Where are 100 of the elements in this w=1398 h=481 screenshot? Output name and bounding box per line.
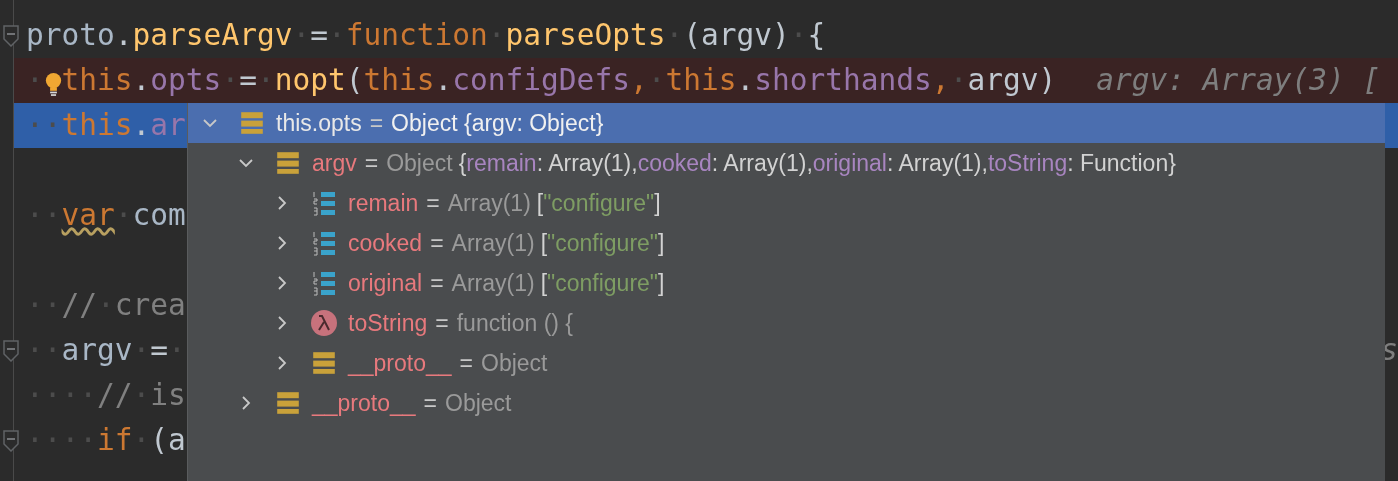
code-token: configDefs [452,62,630,99]
code-token: , [931,62,950,99]
code-token: · [168,332,186,369]
equals-sign: = [459,349,474,377]
code-token: . [132,107,151,144]
code-token: ···· [26,422,98,459]
equals-sign: = [426,189,440,217]
tree-row[interactable]: original = Array(1) ["configure"] [188,263,1385,303]
variable-value: : Array(1), [886,149,988,177]
variable-value: ] [654,189,661,217]
tree-row[interactable]: remain = Array(1) ["configure"] [188,183,1385,223]
object-icon [276,150,300,176]
variable-name: __proto__ [312,389,416,417]
code-token: . [736,62,755,99]
variable-value: { [458,149,467,177]
tree-row[interactable]: toString = function () { [188,303,1385,343]
code-token: proto [26,17,115,54]
variable-name: cooked [348,229,423,257]
code-token: · [132,422,151,459]
code-token: // [97,377,133,414]
fold-icon[interactable] [3,430,19,452]
code-token: // [61,287,98,324]
code-token: . [434,62,453,99]
array-icon [312,270,336,296]
code-token: crea [114,287,186,324]
code-token: · [665,17,684,54]
equals-sign: = [435,309,449,337]
code-token: var [61,197,115,234]
tree-row[interactable]: this.opts = Object {argv: Object} [188,103,1385,143]
code-token: opts [150,62,222,99]
variable-value: : Array(1), [711,149,813,177]
tree-row[interactable]: __proto__ = Object [188,343,1385,383]
variable-value: ] [658,229,665,257]
variable-value: "configure" [543,189,655,217]
code-token: . [132,62,151,99]
code-token: = [150,332,169,369]
code-token: (a [150,422,186,459]
variable-value: Object [445,389,512,417]
variable-value: Array(1) [447,189,531,217]
inline-value-hint: argv: Array(3) [ [1096,62,1381,99]
variable-value: function () { [456,309,574,337]
array-icon [312,230,336,256]
code-token: argv [61,332,133,369]
code-token: · [132,332,151,369]
variable-name: __proto__ [348,349,452,377]
code-token: , [629,62,648,99]
lightbulb-icon[interactable] [45,71,62,97]
variable-name: original [348,269,423,297]
tree-row[interactable]: __proto__ = Object [188,383,1385,423]
variable-value: [ [536,189,544,217]
code-token: · [949,62,968,99]
code-token: · [256,62,275,99]
tree-row[interactable]: argv = Object {remain: Array(1),cooked: Array(1),original: Array(1),toString: Function} [188,143,1385,183]
variable-value: [ [540,269,548,297]
code-token: argv) [967,62,1057,99]
variable-value: [ [540,229,548,257]
variable-value: Object {argv: Object} [391,109,604,137]
variable-value: toString [987,149,1068,177]
code-token: · [97,287,115,324]
code-token: this [665,62,737,99]
lambda-icon [310,309,338,337]
variable-name: remain [348,189,419,217]
code-token: ·· [26,197,62,234]
code-token: { [807,17,826,54]
code-token: ( [345,62,364,99]
code-token: · [221,62,240,99]
object-icon [240,110,264,136]
equals-sign: = [430,229,444,257]
code-token: ar [150,107,186,144]
variable-value: : Function} [1067,149,1176,177]
fold-icon[interactable] [3,25,19,47]
code-token: · [647,62,666,99]
code-token: this [61,62,133,99]
variable-value: "configure" [547,269,658,297]
variable-name: argv [312,149,357,177]
code-token: · [789,17,808,54]
variable-value: "configure" [547,229,658,257]
code-token: · [487,17,506,54]
fold-icon[interactable] [3,340,19,362]
code-token: · [132,377,151,414]
code-token: function [345,17,488,54]
code-token: if [97,422,133,459]
code-token: this [363,62,435,99]
variable-value: Array(1) [451,229,535,257]
code-token: parseOpts [505,17,666,54]
code-token: is [150,377,186,414]
code-token: = [239,62,257,99]
code-token: ·· [26,287,62,324]
tree-row[interactable]: cooked = Array(1) ["configure"] [188,223,1385,263]
equals-sign: = [430,269,444,297]
code-token: = [310,17,328,54]
array-icon [312,190,336,216]
code-token: ·· [26,332,62,369]
code-token: parseArgv [132,17,293,54]
code-token: this [61,107,133,144]
variable-value: Array(1) [451,269,535,297]
variable-value: Object [481,349,548,377]
variable-value: original [812,149,887,177]
variable-name: toString [348,309,428,337]
code-token: nopt [274,62,346,99]
